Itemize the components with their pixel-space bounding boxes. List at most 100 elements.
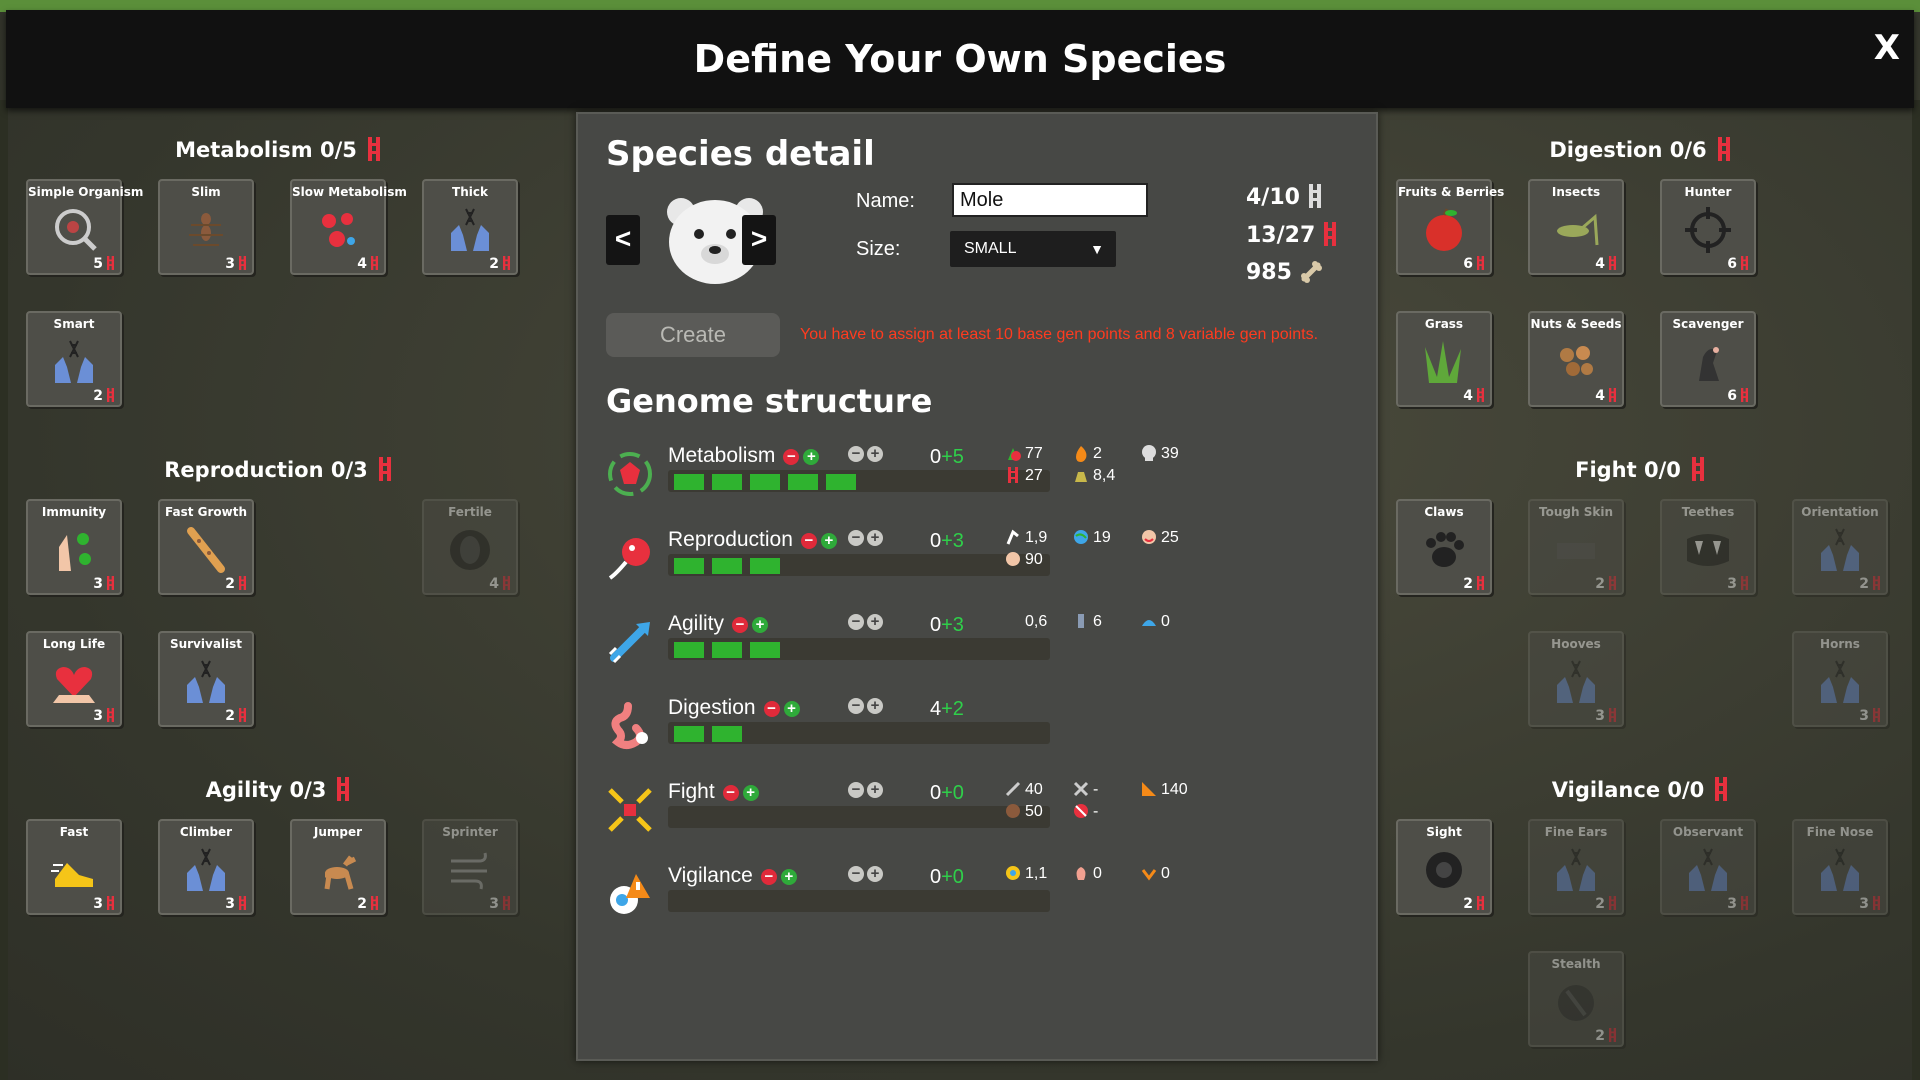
trait-card[interactable]: Long Life 3	[26, 631, 122, 727]
gene-bar-segment	[750, 642, 780, 658]
trait-card[interactable]: Nuts & Seeds 4	[1528, 311, 1624, 407]
gene-variable-value: +5	[941, 446, 964, 468]
prev-species-button[interactable]: <	[606, 215, 640, 265]
increase-base-button[interactable]: +	[867, 782, 883, 798]
trait-card[interactable]: Fruits & Berries 6	[1396, 179, 1504, 275]
card-label: Climber	[179, 825, 233, 839]
increase-variable-button[interactable]: +	[803, 449, 820, 465]
card-cost: 3	[489, 896, 511, 912]
trait-card[interactable]: Smart 2	[26, 311, 122, 407]
trait-card[interactable]: Fertile 4	[422, 499, 518, 595]
gene-stat: 6	[1072, 612, 1102, 631]
card-cost: 2	[1859, 576, 1881, 592]
close-button[interactable]: X	[1874, 28, 1900, 68]
create-button[interactable]: Create	[606, 313, 780, 357]
trait-card[interactable]: Immunity 3	[26, 499, 122, 595]
trait-card[interactable]: Slim 3	[158, 179, 254, 275]
decrease-variable-button[interactable]: −	[760, 869, 777, 885]
trait-card[interactable]: Grass 4	[1396, 311, 1492, 407]
card-label: Stealth	[1551, 957, 1601, 971]
decrease-variable-button[interactable]: −	[763, 701, 780, 717]
trait-card[interactable]: Fine Nose 3	[1792, 819, 1888, 915]
trait-card[interactable]: Insects 4	[1528, 179, 1624, 275]
card-cost-value: 4	[489, 576, 499, 592]
sword-icon	[1005, 781, 1021, 797]
decrease-base-button[interactable]: −	[848, 530, 864, 546]
decrease-variable-button[interactable]: −	[722, 785, 739, 801]
card-label: Slow Metabolism	[292, 185, 407, 199]
card-cost-value: 3	[1859, 896, 1869, 912]
decrease-base-button[interactable]: −	[848, 866, 864, 882]
gene-stat: -	[1072, 802, 1098, 821]
card-cost: 3	[1727, 576, 1749, 592]
size-select[interactable]: SMALL ▼	[950, 231, 1116, 267]
increase-base-button[interactable]: +	[867, 698, 883, 714]
genome-row-agility: Agility − + − +0+3 0,6 6 0	[606, 612, 1356, 682]
trait-card[interactable]: Horns 3	[1792, 631, 1888, 727]
gene-bar-segment	[712, 558, 742, 574]
increase-variable-button[interactable]: +	[752, 617, 769, 633]
trait-card[interactable]: Sprinter 3	[422, 819, 518, 915]
trait-card[interactable]: Orientation 2	[1792, 499, 1888, 595]
card-label: Smart	[53, 317, 95, 331]
trait-card[interactable]: Fast Growth 2	[158, 499, 254, 595]
increase-variable-button[interactable]: +	[783, 701, 800, 717]
trait-card[interactable]: Survivalist 2	[158, 631, 254, 727]
decrease-variable-button[interactable]: −	[800, 533, 817, 549]
card-label: Long Life	[42, 637, 106, 651]
trait-card[interactable]: Fast 3	[26, 819, 122, 915]
card-cost: 3	[1859, 708, 1881, 724]
stork-icon	[1006, 529, 1019, 545]
grass-icon	[1425, 341, 1461, 383]
increase-base-button[interactable]: +	[867, 530, 883, 546]
trait-card[interactable]: Slow Metabolism 4	[290, 179, 407, 275]
card-cost-value: 3	[1727, 576, 1737, 592]
trait-card[interactable]: Teethes 3	[1660, 499, 1756, 595]
gene-icon	[367, 137, 380, 161]
decrease-base-button[interactable]: −	[848, 446, 864, 462]
increase-base-button[interactable]: +	[867, 614, 883, 630]
trait-card[interactable]: Jumper 2	[290, 819, 386, 915]
hands-dna-icon	[1689, 848, 1727, 891]
gene-icon	[1873, 896, 1880, 910]
gene-stat-value: 90	[1025, 551, 1043, 568]
gene-stat-value: 39	[1161, 445, 1179, 462]
gene-icon	[239, 576, 246, 590]
decrease-base-button[interactable]: −	[848, 782, 864, 798]
trait-card[interactable]: Claws 2	[1396, 499, 1492, 595]
increase-base-button[interactable]: +	[867, 866, 883, 882]
trait-card[interactable]: Tough Skin 2	[1528, 499, 1624, 595]
virus-icon	[322, 213, 355, 247]
base-points-value: 4/10	[1246, 185, 1300, 210]
trait-card[interactable]: Scavenger 6	[1660, 311, 1756, 407]
hands-dna-icon	[1557, 848, 1595, 891]
species-name-input[interactable]	[952, 183, 1148, 217]
increase-variable-button[interactable]: +	[780, 869, 797, 885]
gene-stat-value: 19	[1093, 529, 1111, 546]
variable-points-value: 13/27	[1246, 223, 1316, 248]
trait-card[interactable]: Simple Organism 5	[26, 179, 143, 275]
card-cost: 3	[1859, 896, 1881, 912]
decrease-base-button[interactable]: −	[848, 614, 864, 630]
trait-card[interactable]: Hunter 6	[1660, 179, 1756, 275]
trait-card[interactable]: Sight 2	[1396, 819, 1492, 915]
increase-base-button[interactable]: +	[867, 446, 883, 462]
decrease-variable-button[interactable]: −	[732, 617, 749, 633]
next-species-button[interactable]: >	[742, 215, 776, 265]
trait-card[interactable]: Hooves 3	[1528, 631, 1624, 727]
increase-variable-button[interactable]: +	[820, 533, 837, 549]
gene-stat: 25	[1140, 528, 1179, 547]
trait-card[interactable]: Observant 3	[1660, 819, 1756, 915]
trait-card[interactable]: Thick 2	[422, 179, 518, 275]
trait-card[interactable]: Stealth 2	[1528, 951, 1624, 1047]
decrease-base-button[interactable]: −	[848, 698, 864, 714]
skin-icon	[1557, 543, 1595, 559]
right-edge	[1912, 100, 1920, 1080]
card-label: Fast Growth	[164, 505, 248, 519]
card-cost-value: 3	[93, 708, 103, 724]
trait-card[interactable]: Climber 3	[158, 819, 254, 915]
decrease-variable-button[interactable]: −	[783, 449, 800, 465]
trait-card[interactable]: Fine Ears 2	[1528, 819, 1624, 915]
gene-name: Metabolism − +	[668, 444, 820, 468]
increase-variable-button[interactable]: +	[742, 785, 759, 801]
